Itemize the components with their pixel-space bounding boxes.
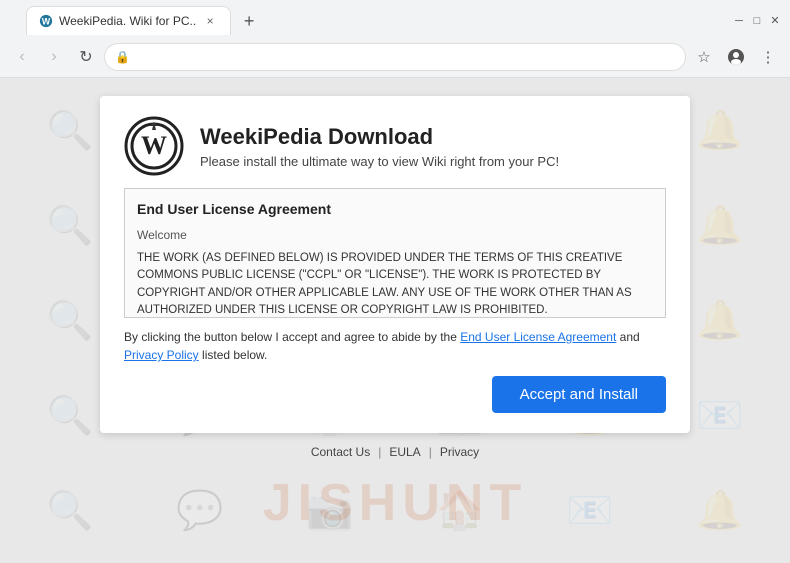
privacy-link[interactable]: Privacy Policy [124, 348, 199, 362]
card-title: WeekiPedia Download [200, 124, 559, 150]
minimize-button[interactable]: ─ [732, 14, 746, 28]
tab-title: WeekiPedia. Wiki for PC.. [59, 14, 196, 28]
accept-install-button[interactable]: Accept and Install [492, 376, 666, 413]
eula-footer-link[interactable]: EULA [389, 445, 420, 459]
eula-body-para1: THE WORK (AS DEFINED BELOW) IS PROVIDED … [137, 250, 653, 318]
footer-sep-2: | [429, 445, 432, 459]
eula-welcome: Welcome [137, 226, 653, 244]
page-content: 🔍 💬 📷 🏠 📧 🔔 🔍 💬 🏠 📷 📧 🔔 🔍 🏠 💬 📷 📧 🔔 🔍 💬 … [0, 78, 790, 563]
tab-favicon: W [39, 14, 53, 28]
more-button[interactable]: ⋮ [754, 43, 782, 71]
consent-after: listed below. [199, 348, 268, 362]
contact-link[interactable]: Contact Us [311, 445, 370, 459]
active-tab[interactable]: W WeekiPedia. Wiki for PC.. × [26, 6, 231, 35]
bg-icon-25: 🔍 [10, 468, 130, 553]
browser-chrome: W WeekiPedia. Wiki for PC.. × + ─ □ ✕ ‹ … [0, 0, 790, 78]
lock-icon: 🔒 [115, 50, 130, 64]
toolbar-icons: ☆ ⋮ [690, 43, 782, 71]
eula-box[interactable]: End User License Agreement Welcome THE W… [124, 188, 666, 318]
wp-logo: W [124, 116, 184, 176]
forward-button[interactable]: › [40, 43, 68, 71]
bookmark-button[interactable]: ☆ [690, 43, 718, 71]
page-footer: Contact Us | EULA | Privacy [311, 445, 479, 459]
account-button[interactable] [722, 43, 750, 71]
bg-icon-27: 📷 [270, 468, 390, 553]
eula-heading: End User License Agreement [137, 199, 653, 220]
button-row: Accept and Install [124, 376, 666, 413]
main-card: W WeekiPedia Download Please install the… [100, 96, 690, 433]
watermark: JISHUNT [263, 473, 527, 533]
close-button[interactable]: ✕ [768, 14, 782, 28]
new-tab-button[interactable]: + [235, 7, 263, 35]
account-icon [727, 48, 745, 66]
svg-text:W: W [141, 131, 167, 160]
consent-before: By clicking the button below I accept an… [124, 330, 460, 344]
consent-text: By clicking the button below I accept an… [124, 328, 666, 364]
address-bar[interactable]: 🔒 [104, 43, 686, 71]
bg-icon-26: 💬 [140, 468, 260, 553]
refresh-button[interactable]: ↻ [72, 43, 100, 71]
bg-icon-29: 📧 [530, 468, 650, 553]
card-subtitle: Please install the ultimate way to view … [200, 154, 559, 169]
bg-icon-30: 🔔 [660, 468, 780, 553]
tab-bar: W WeekiPedia. Wiki for PC.. × + [18, 6, 271, 35]
eula-link[interactable]: End User License Agreement [460, 330, 616, 344]
back-button[interactable]: ‹ [8, 43, 36, 71]
nav-bar: ‹ › ↻ 🔒 ☆ ⋮ [0, 39, 790, 77]
bg-icon-28: 🏠 [400, 468, 520, 553]
privacy-footer-link[interactable]: Privacy [440, 445, 479, 459]
svg-text:W: W [42, 17, 51, 27]
card-header-text: WeekiPedia Download Please install the u… [200, 124, 559, 169]
title-bar: W WeekiPedia. Wiki for PC.. × + ─ □ ✕ [0, 0, 790, 39]
tab-close-button[interactable]: × [202, 13, 218, 29]
consent-mid: and [616, 330, 639, 344]
maximize-button[interactable]: □ [750, 14, 764, 28]
card-header: W WeekiPedia Download Please install the… [124, 116, 666, 176]
footer-sep-1: | [378, 445, 381, 459]
